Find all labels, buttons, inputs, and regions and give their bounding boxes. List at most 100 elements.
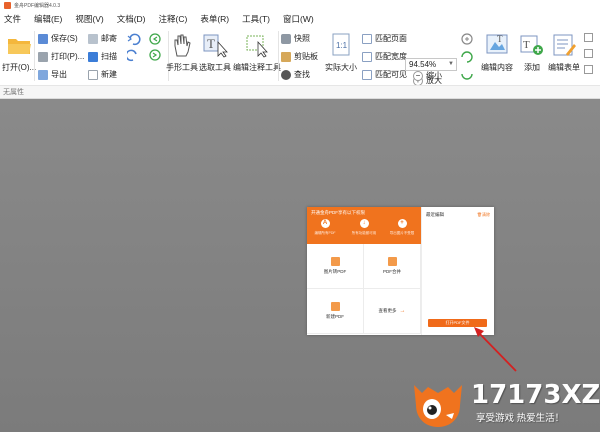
merge-pdf-tile[interactable]: PDF合并 [364,244,421,289]
new-button[interactable]: 新建 [88,69,117,80]
quick-action-edit[interactable]: A 编辑所有PDF [310,219,340,236]
export-label: 导出 [51,70,67,79]
form-field-icon [584,49,593,58]
add-label: 添加 [524,63,540,72]
more-tile[interactable]: 查看更多 → [364,289,421,334]
find-button[interactable]: 查找 [281,69,310,80]
edit-annotation-tool-button[interactable]: 编辑注释工具 [233,32,281,73]
features-icon: ↓ [359,219,369,228]
find-label: 查找 [294,70,310,79]
save-icon [38,33,48,44]
actual-size-button[interactable]: 1:1 实际大小 [325,32,357,73]
svg-text:1:1: 1:1 [336,41,348,50]
menu-edit[interactable]: 编辑(E) [34,13,62,25]
edit-content-label: 编辑内容 [481,63,513,72]
menu-document[interactable]: 文档(D) [117,13,146,25]
new-pdf-tile[interactable]: 新建PDF [307,289,364,334]
edit-annotation-tool-label: 编辑注释工具 [233,63,281,72]
title-bar: 金舟PDF编辑器4.0.3 [0,0,600,10]
annotation-edit-icon [246,35,268,58]
open-button[interactable]: 打开(O)... [2,32,36,73]
export-button[interactable]: 导出 [38,69,67,80]
text-select-icon: T [203,34,228,58]
image-to-pdf-label: 图片转PDF [323,269,347,274]
export-image-icon: + [397,219,407,228]
select-tool-button[interactable]: T 选取工具 [199,32,231,73]
edit-content-icon: T [486,34,508,54]
fit-visible-icon [362,69,372,80]
menu-tools[interactable]: 工具(T) [242,13,270,25]
edit-pdf-icon: A [320,219,330,228]
quick-action-label: 编辑所有PDF [314,231,336,235]
quick-action-all-features[interactable]: ↓ 所有功能都可用 [349,219,379,236]
save-label: 保存(S) [51,34,78,43]
app-logo-icon [4,1,11,9]
find-icon [281,69,291,80]
start-panel-actions: 开通金舟PDF享有以下权限 A 编辑所有PDF ↓ 所有功能都可用 + 导出图片… [307,207,421,335]
menu-form[interactable]: 表单(R) [200,13,229,25]
clipboard-label: 剪贴板 [294,52,318,61]
menu-file[interactable]: 文件 [4,13,21,25]
email-label: 邮寄 [101,34,117,43]
fit-visible-label: 匹配可见 [375,70,407,79]
scan-label: 扫描 [101,52,117,61]
hand-tool-button[interactable]: 手形工具 [166,32,198,73]
image-to-pdf-tile[interactable]: 图片转PDF [307,244,364,289]
fit-page-button[interactable]: 匹配页面 [362,33,407,44]
fit-page-label: 匹配页面 [375,34,407,43]
arrow-right-icon: → [399,308,406,314]
mascot-logo-icon [414,385,462,427]
new-doc-icon [88,69,98,80]
menu-comment[interactable]: 注释(C) [159,13,188,25]
hand-icon [174,34,191,57]
snapshot-button[interactable]: 快照 [281,33,310,44]
hand-tool-label: 手形工具 [166,63,198,72]
select-tool-label: 选取工具 [199,63,231,72]
scan-button[interactable]: 扫描 [88,51,117,62]
vip-banner: 开通金舟PDF享有以下权限 A 编辑所有PDF ↓ 所有功能都可用 + 导出图片… [307,207,421,244]
new-pdf-icon [330,302,340,311]
add-icon: T [520,35,543,55]
save-button[interactable]: 保存(S) [38,33,78,44]
actual-size-label: 实际大小 [325,63,357,72]
image-icon [330,257,340,266]
undo-redo-icons[interactable] [127,32,165,62]
quick-action-label: 所有功能都可用 [351,231,377,235]
zoom-out-icon: − [413,70,423,81]
scanner-icon [88,51,98,62]
edit-form-button[interactable]: 编辑表单 [548,32,580,73]
add-button[interactable]: T 添加 [519,32,545,73]
form-edit-icon [553,34,576,56]
merge-icon [387,257,397,266]
zoom-value: 94.54% [409,60,437,69]
separator [34,31,35,81]
fit-visible-button[interactable]: 匹配可见 [362,69,407,80]
zoom-out-button[interactable]: − 缩小 [413,70,442,81]
window-title: 金舟PDF编辑器4.0.3 [14,2,61,9]
recent-title: 最近编辑 [426,212,444,217]
recent-files-panel: 最近编辑 🗑清除 打开PDF文件 [421,207,494,335]
svg-text:T: T [207,36,215,51]
rotate-icons[interactable] [460,31,476,81]
print-button[interactable]: 打印(P)... [38,51,84,62]
watermark-slogan: 享受游戏 热爱生活！ [476,413,565,424]
menu-window[interactable]: 窗口(W) [283,13,314,25]
fit-width-button[interactable]: 匹配宽度 [362,51,407,62]
properties-bar: 无属性 [0,85,600,99]
snapshot-label: 快照 [294,34,310,43]
form-field-icon [584,33,593,42]
watermark-brand: 17173XZ [471,380,600,410]
new-pdf-label: 新建PDF [326,314,344,319]
menu-bar: 文件 编辑(E) 视图(V) 文档(D) 注释(C) 表单(R) 工具(T) 窗… [0,10,600,27]
email-button[interactable]: 邮寄 [88,33,117,44]
clipboard-icon [281,51,291,62]
quick-action-export[interactable]: + 导出图片不受限 [387,219,417,236]
svg-text:T: T [497,34,503,44]
form-field-tools[interactable] [584,33,594,79]
clear-recent-button[interactable]: 🗑清除 [477,212,490,218]
menu-view[interactable]: 视图(V) [75,13,103,25]
envelope-icon [88,33,98,44]
separator [278,31,279,81]
edit-content-button[interactable]: T 编辑内容 [481,32,513,73]
clipboard-button[interactable]: 剪贴板 [281,51,318,62]
